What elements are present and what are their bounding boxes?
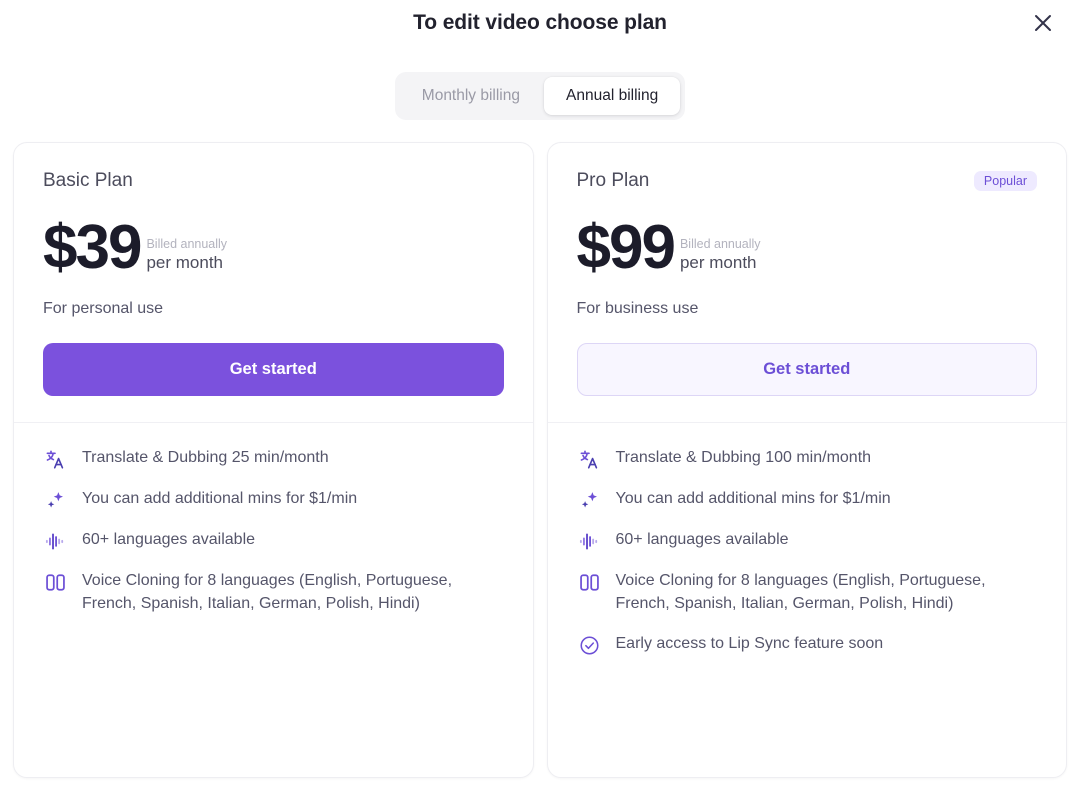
check-circle-icon <box>577 634 602 656</box>
price-period-basic: per month <box>146 253 227 273</box>
feature-item: Voice Cloning for 8 languages (English, … <box>577 570 1038 615</box>
modal-header: To edit video choose plan <box>0 0 1080 46</box>
close-button[interactable] <box>1028 8 1058 38</box>
feature-item: Translate & Dubbing 25 min/month <box>43 447 504 470</box>
price-side-pro: Billed annually per month <box>680 237 761 276</box>
feature-text: Early access to Lip Sync feature soon <box>616 633 884 656</box>
billed-note-basic: Billed annually <box>146 237 227 253</box>
voice-clone-icon <box>577 571 602 593</box>
feature-item: Translate & Dubbing 100 min/month <box>577 447 1038 470</box>
plan-use-case-basic: For personal use <box>43 300 504 318</box>
plan-header-pro: Pro Plan Popular $99 Billed annually per… <box>548 143 1067 423</box>
feature-item: You can add additional mins for $1/min <box>577 488 1038 511</box>
billed-note-pro: Billed annually <box>680 237 761 253</box>
features-list-pro: Translate & Dubbing 100 min/month You ca… <box>548 423 1067 684</box>
feature-text: You can add additional mins for $1/min <box>616 488 891 511</box>
feature-text: Voice Cloning for 8 languages (English, … <box>82 570 504 615</box>
get-started-button-basic[interactable]: Get started <box>43 343 504 396</box>
billing-toggle-wrap: Monthly billing Annual billing <box>0 72 1080 120</box>
sparkles-icon <box>43 489 68 511</box>
sparkles-icon <box>577 489 602 511</box>
waveform-icon <box>43 530 68 552</box>
billing-option-monthly[interactable]: Monthly billing <box>400 77 542 115</box>
plan-name-pro: Pro Plan <box>577 170 650 192</box>
plan-header-basic: Basic Plan $39 Billed annually per month… <box>14 143 533 423</box>
voice-clone-icon <box>43 571 68 593</box>
plan-name-basic: Basic Plan <box>43 170 133 192</box>
feature-item: You can add additional mins for $1/min <box>43 488 504 511</box>
features-list-basic: Translate & Dubbing 25 min/month You can… <box>14 423 533 643</box>
feature-text: Translate & Dubbing 100 min/month <box>616 447 872 470</box>
feature-text: You can add additional mins for $1/min <box>82 488 357 511</box>
price-row-basic: $39 Billed annually per month <box>43 212 504 276</box>
feature-text: Translate & Dubbing 25 min/month <box>82 447 329 470</box>
plan-card-pro: Pro Plan Popular $99 Billed annually per… <box>547 142 1068 778</box>
page-title: To edit video choose plan <box>413 11 667 35</box>
plan-name-row-pro: Pro Plan Popular <box>577 169 1038 193</box>
feature-text: 60+ languages available <box>82 529 255 552</box>
feature-item: 60+ languages available <box>43 529 504 552</box>
translate-icon <box>577 448 602 470</box>
price-period-pro: per month <box>680 253 761 273</box>
close-icon <box>1032 12 1054 34</box>
price-amount-pro: $99 <box>577 219 674 276</box>
feature-item: Early access to Lip Sync feature soon <box>577 633 1038 656</box>
plan-name-row-basic: Basic Plan <box>43 169 504 193</box>
status-badge-popular: Popular <box>974 171 1037 192</box>
feature-item: Voice Cloning for 8 languages (English, … <box>43 570 504 615</box>
get-started-button-pro[interactable]: Get started <box>577 343 1038 396</box>
price-amount-basic: $39 <box>43 219 140 276</box>
waveform-icon <box>577 530 602 552</box>
plan-card-basic: Basic Plan $39 Billed annually per month… <box>13 142 534 778</box>
plans-container: Basic Plan $39 Billed annually per month… <box>0 120 1080 778</box>
feature-item: 60+ languages available <box>577 529 1038 552</box>
plan-use-case-pro: For business use <box>577 300 1038 318</box>
feature-text: 60+ languages available <box>616 529 789 552</box>
billing-option-annual[interactable]: Annual billing <box>544 77 680 115</box>
feature-text: Voice Cloning for 8 languages (English, … <box>616 570 1038 615</box>
billing-toggle[interactable]: Monthly billing Annual billing <box>395 72 685 120</box>
price-row-pro: $99 Billed annually per month <box>577 212 1038 276</box>
price-side-basic: Billed annually per month <box>146 237 227 276</box>
translate-icon <box>43 448 68 470</box>
